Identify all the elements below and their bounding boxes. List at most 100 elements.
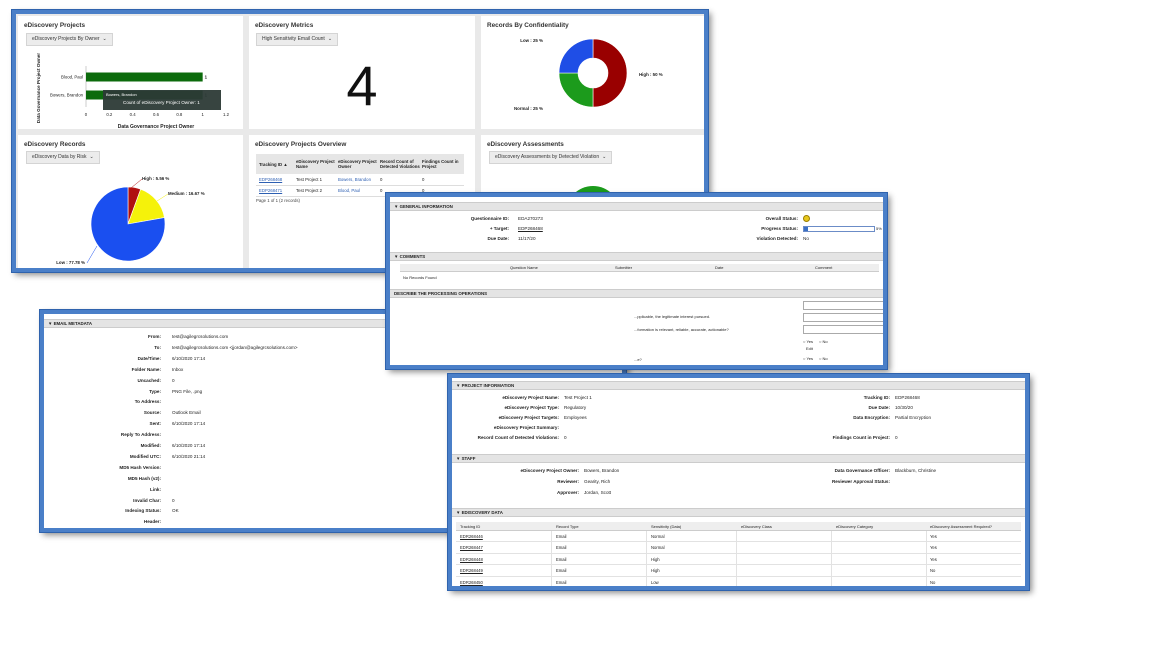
column-divider [551,576,552,586]
column-divider [926,542,927,553]
status-face-icon [803,215,810,222]
answer-input-3[interactable] [803,325,883,334]
projects-bar-chart: Blood, Paul 1 Bowers, Brandon 1 0 0.2 0.4 0.6 0.… [36,53,230,129]
x-tick-label: 1 [201,112,204,117]
column-divider [831,542,832,553]
section-title: Describe the Processing Operations [394,291,488,296]
data-table-column[interactable]: Sensitivity (Data) [651,524,681,529]
data-cell: No [930,579,936,585]
general-information-screenshot: ▼ General Information Questionnaire ID: … [386,193,887,369]
email-field-label: Folder Name: [131,366,161,372]
describe-processing-header[interactable]: Describe the Processing Operations [390,289,883,298]
target-label[interactable]: + Target: [490,226,509,231]
owner-link[interactable]: Bowers, Brandon [584,468,619,473]
email-field-label: To: [154,344,161,350]
email-field-label: Uncached: [137,377,162,383]
section-title: Comments [399,254,426,259]
yes-label: Yes [806,356,813,361]
email-field-value: PNG File, .png [172,388,203,394]
approver-link[interactable]: Jordan, Scott [584,490,611,495]
tracking-id-link[interactable]: EDR268448 [460,557,483,562]
col-tracking-id[interactable]: Tracking ID ▲ [256,154,296,174]
general-information-header[interactable]: ▼ General Information [390,202,883,211]
confidentiality-card: Records By Confidentiality High : 50 % No… [481,16,704,129]
metrics-dropdown[interactable]: High Sensitivity Email Count ⌄ [256,33,339,46]
tracking-id-link[interactable]: EDR268449 [460,568,483,573]
project-field-label: Due Date: [868,405,890,411]
tracking-link[interactable]: EDP268468 [259,177,282,182]
column-divider [551,553,552,565]
project-information-header[interactable]: ▼ Project Information [452,381,1025,390]
yes-radio[interactable]: ○ Yes [803,339,813,344]
dgo-link[interactable]: Blackburn, Christine [895,468,936,473]
answer-input-1[interactable] [803,301,883,310]
col-comment[interactable]: Comment [815,265,832,270]
data-table-column[interactable]: eDiscovery Class [741,524,772,529]
email-field-label: MD5 Hash (v2): [127,475,161,481]
yes-radio[interactable]: ○ Yes [803,356,813,361]
x-tick-label: 0.2 [106,112,113,117]
violation-value: No [803,236,809,241]
no-radio[interactable]: ○ No [819,339,828,344]
email-field-label: Source: [143,410,161,416]
reviewer-link[interactable]: Gearity, Rich [584,479,610,484]
data-cell: No [930,568,936,574]
data-table-column[interactable]: eDiscovery Category [836,524,873,529]
comments-header[interactable]: ▼ Comments [390,252,883,261]
no-radio[interactable]: ○ No [819,356,828,361]
email-field-label: To Address: [134,399,161,405]
email-field-label: Invalid Char: [133,497,161,503]
col-findings[interactable]: Findings Count in Project [422,154,464,174]
target-link[interactable]: EDP268468 [518,226,543,231]
column-divider [646,542,647,553]
x-tick-label: 1.2 [223,112,230,117]
email-field-value: test@agilegrcsolutions.com <jjordan@agil… [172,344,298,350]
question-text-2: ...formation is relevant, reliable, accu… [634,327,729,332]
email-field-label: Indexing Status: [125,508,161,514]
email-field-value: Inbox [172,366,184,372]
column-divider [926,565,927,576]
owner-label: eDiscovery Project Owner: [520,468,579,473]
data-table-column[interactable]: eDiscovery Assessment Required? [930,524,992,529]
tracking-id-link[interactable]: EDR268450 [460,580,483,585]
answer-input-2[interactable] [803,313,883,322]
col-question-name[interactable]: Question Name [510,265,538,270]
tracking-id-link[interactable]: EDR268447 [460,545,483,550]
questionnaire-id-label: Questionnaire ID: [470,216,509,221]
col-project-name[interactable]: eDiscovery Project Name [296,154,338,174]
column-divider [831,531,832,542]
no-label: No [822,339,828,344]
col-date[interactable]: Date [715,265,723,270]
data-table-column[interactable]: Record Type [556,524,579,529]
project-name: Test Project 2 [296,188,323,193]
data-table-column[interactable]: Tracking ID [460,524,480,529]
col-project-owner[interactable]: eDiscovery Project Owner [338,154,380,174]
staff-header[interactable]: ▼ Staff [452,454,1025,463]
section-title: Email Metadata [53,321,93,326]
column-divider [646,576,647,586]
owner-link[interactable]: Bowers, Brandon [338,177,371,182]
data-cell: Yes [930,556,937,562]
overall-status-label: Overall Status: [765,216,798,221]
ediscovery-data-header[interactable]: ▼ eDiscovery Data [452,508,1025,517]
tracking-link[interactable]: EDP268471 [259,188,282,193]
progress-status-label: Progress Status: [761,226,798,231]
column-divider [926,576,927,586]
progress-text: 5% [876,226,882,231]
col-submitter[interactable]: Submitter [615,265,632,270]
donut-slice [558,38,594,74]
data-cell: Email [556,556,567,562]
column-divider [646,531,647,542]
reviewer-label: Reviewer: [557,479,579,484]
slice-label: High : 5.56 % [142,176,169,181]
column-divider [926,553,927,565]
edit-link[interactable]: Edit [806,346,813,351]
bar [86,72,203,82]
tracking-id-link[interactable]: EDR268446 [460,534,483,539]
slice-label: Normal : 25 % [514,106,543,111]
slice-leader-line [130,178,143,189]
table-row: EDR268447 Email Normal Yes [456,542,1021,554]
col-violations[interactable]: Record Count of Detected Violations [380,154,422,174]
email-field-label: Sent: [149,421,161,427]
owner-link[interactable]: Blood, Paul [338,188,360,193]
